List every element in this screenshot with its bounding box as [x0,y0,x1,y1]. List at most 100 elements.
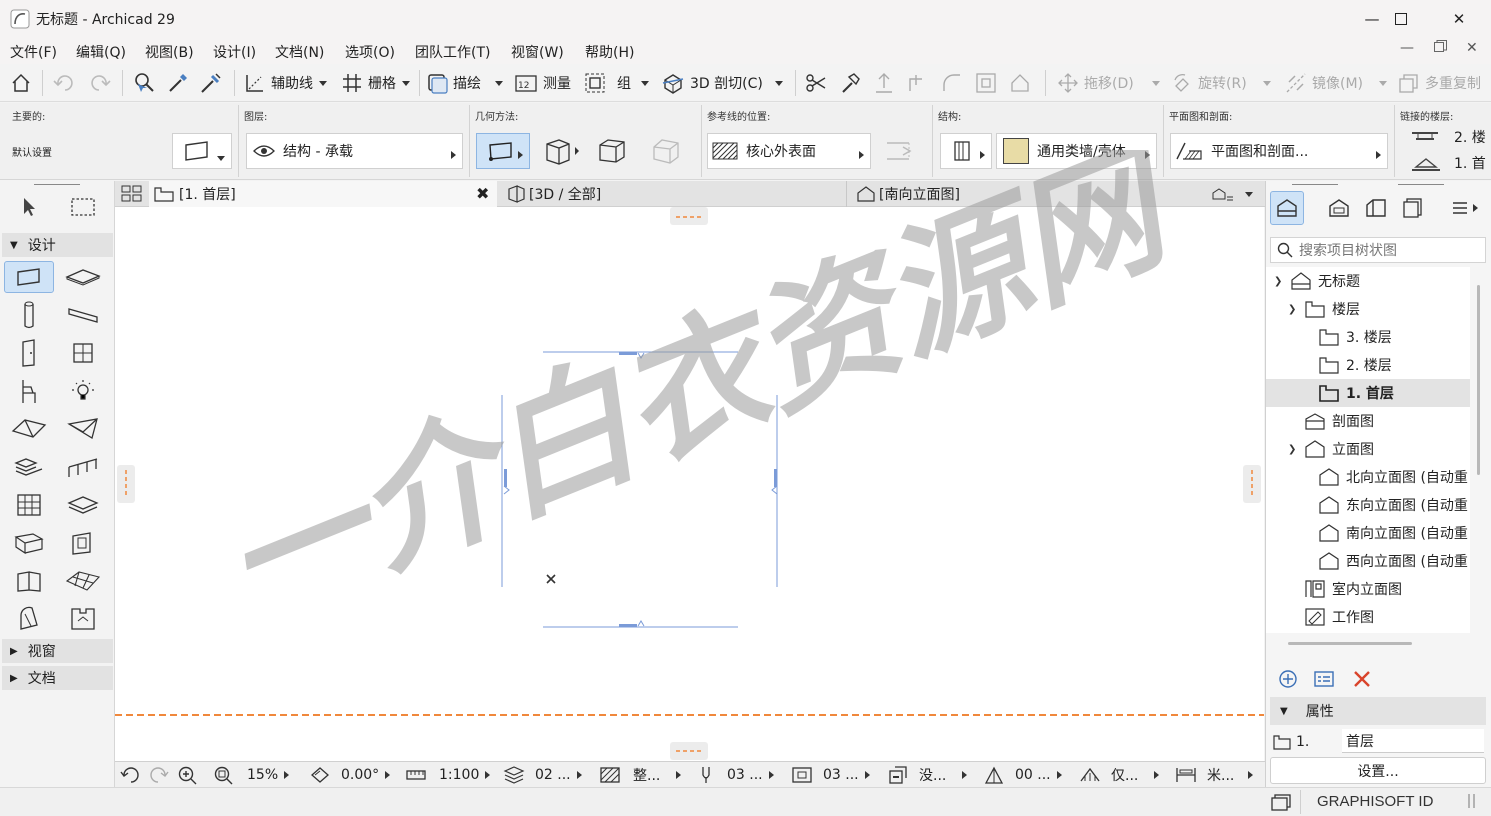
menu-view[interactable]: 视图(B) [145,42,194,62]
menu-edit[interactable]: 编辑(Q) [76,42,126,62]
tab-close-icon[interactable]: ✖ [476,184,489,203]
layer-selector[interactable]: 结构 - 承载 [246,133,463,169]
tab-south-elevation[interactable]: [南向立面图] [851,181,1211,207]
door-tool[interactable] [4,337,54,369]
inject-parameters-button[interactable] [199,68,223,98]
fillet-button[interactable] [940,68,964,98]
skylight-tool[interactable] [4,527,54,559]
grid-snap-button[interactable]: 栅格 [341,68,410,98]
tree-node-interior-elevations[interactable]: 室内立面图 [1266,575,1470,603]
maximize-button[interactable] [1372,0,1430,38]
menu-file[interactable]: 文件(F) [10,42,57,62]
column-tool[interactable] [4,299,54,331]
multiply-button[interactable]: 多重复制 [1398,68,1481,98]
zoom-level-dropdown[interactable]: 15% [213,765,290,785]
floor-plan-canvas[interactable] [115,207,1264,761]
floor-plan-section-button[interactable]: 平面图和剖面... [1170,133,1388,169]
marquee-tool[interactable] [58,191,108,223]
home-button[interactable] [10,68,32,98]
morph-tool[interactable] [58,565,108,597]
tree-node-east-elevation[interactable]: 东向立面图 (自动重 [1266,491,1470,519]
curtain-wall-tool[interactable] [4,489,54,521]
slab-tool[interactable] [58,261,108,293]
split-button[interactable] [804,68,828,98]
trace-button[interactable]: 描绘 [426,68,503,98]
menu-options[interactable]: 选项(O) [345,42,395,62]
new-view-button[interactable] [1276,667,1300,691]
settings-button[interactable]: 设置... [1270,757,1486,784]
navigator-project-map-tab[interactable] [1270,191,1304,225]
tab-3d[interactable]: [3D / 全部] [499,181,847,207]
drawing-surface[interactable] [115,207,1264,761]
geometry-polygon-button[interactable] [536,133,586,169]
dimension-standard-dropdown[interactable]: 米... [1175,765,1254,785]
resize-grip[interactable] [1466,792,1482,814]
tree-node-south-elevation[interactable]: 南向立面图 (自动重 [1266,519,1470,547]
graphisoft-id-link[interactable]: GRAPHISOFT ID [1317,793,1433,810]
tree-node-worksheets[interactable]: 工作图 [1266,603,1470,631]
zoom-in-button[interactable] [177,765,199,785]
partial-structure-dropdown[interactable]: 仅... [1079,765,1160,785]
fill-tool[interactable] [4,603,54,635]
elevate-button[interactable] [872,68,896,98]
orientation-dropdown[interactable]: 0.00° [309,765,391,785]
geometry-straight-button[interactable] [476,133,530,169]
mdi-restore-button[interactable] [1434,40,1447,57]
mesh-tool[interactable] [58,489,108,521]
toolbox-section-design[interactable]: ▼ 设计 [2,233,113,257]
linked-top-story[interactable]: 2. 楼 [1408,125,1486,149]
tree-horizontal-scrollbar[interactable] [1288,642,1412,645]
layer-combination-dropdown[interactable]: 02 ... [503,765,582,785]
geometry-rectangle-button[interactable] [592,133,632,169]
view-settings-button[interactable] [1312,667,1336,691]
navigator-layout-book-tab[interactable] [1359,191,1393,225]
arrow-tool[interactable] [4,191,54,223]
3d-cutaway-button[interactable]: 3D 剖切(C) [661,68,783,98]
window-tool[interactable] [58,337,108,369]
tree-node-sections[interactable]: 剖面图 [1266,407,1470,435]
intersect-button[interactable] [906,68,930,98]
menu-help[interactable]: 帮助(H) [585,42,634,62]
scale-dropdown[interactable]: 1:100 [405,765,491,785]
property-name-field[interactable]: 首层 [1342,729,1484,753]
tab-floor-plan[interactable]: [1. 首层] ✖ [149,181,497,207]
redo-button[interactable] [86,68,112,98]
group-button[interactable]: 组 [583,68,649,98]
navigator-publisher-sets-tab[interactable] [1396,191,1430,225]
mdi-minimize-button[interactable]: — [1400,40,1414,56]
structure-type-button[interactable] [940,133,992,169]
tree-node-elevations[interactable]: ❯ 立面图 [1266,435,1470,463]
lamp-tool[interactable] [58,375,108,407]
find-select-button[interactable] [132,68,156,98]
tree-node-story-2[interactable]: 2. 楼层 [1266,351,1470,379]
zone-tool[interactable] [4,565,54,597]
menu-design[interactable]: 设计(I) [213,42,256,62]
railing-tool[interactable] [58,451,108,483]
tree-vertical-scrollbar[interactable] [1477,285,1480,475]
graphic-override-dropdown[interactable]: 没... [887,765,968,785]
tree-node-west-elevation[interactable]: 西向立面图 (自动重 [1266,547,1470,575]
interior-elevation-tool[interactable] [58,603,108,635]
beam-tool[interactable] [58,299,108,331]
zoom-next-button[interactable] [148,765,170,785]
wall-settings-button[interactable] [172,133,232,169]
menu-window[interactable]: 视窗(W) [511,42,564,62]
menu-document[interactable]: 文档(N) [275,42,324,62]
toolbox-section-document[interactable]: ▶ 文档 [2,666,113,690]
zoom-previous-button[interactable] [119,765,141,785]
offset-button[interactable] [974,68,998,98]
adjust-button[interactable] [838,68,862,98]
object-tool[interactable] [4,375,54,407]
structure-display-dropdown[interactable]: 整... [599,765,682,785]
rotate-button[interactable]: 旋转(R) [1171,68,1271,98]
toolbox-section-viewpoint[interactable]: ▶ 视窗 [2,639,113,663]
mirror-button[interactable]: 镜像(M) [1285,68,1388,98]
tab-overview-button[interactable] [115,181,149,207]
measure-button[interactable]: 12 测量 [514,68,571,98]
wall-tool[interactable] [4,261,54,293]
tree-node-stories[interactable]: ❯ 楼层 [1266,295,1470,323]
navigator-search-field[interactable]: 搜索项目树状图 [1270,237,1486,263]
tree-node-north-elevation[interactable]: 北向立面图 (自动重 [1266,463,1470,491]
guide-line-button[interactable]: 辅助线 [244,68,327,98]
navigator-view-map-tab[interactable] [1322,191,1356,225]
